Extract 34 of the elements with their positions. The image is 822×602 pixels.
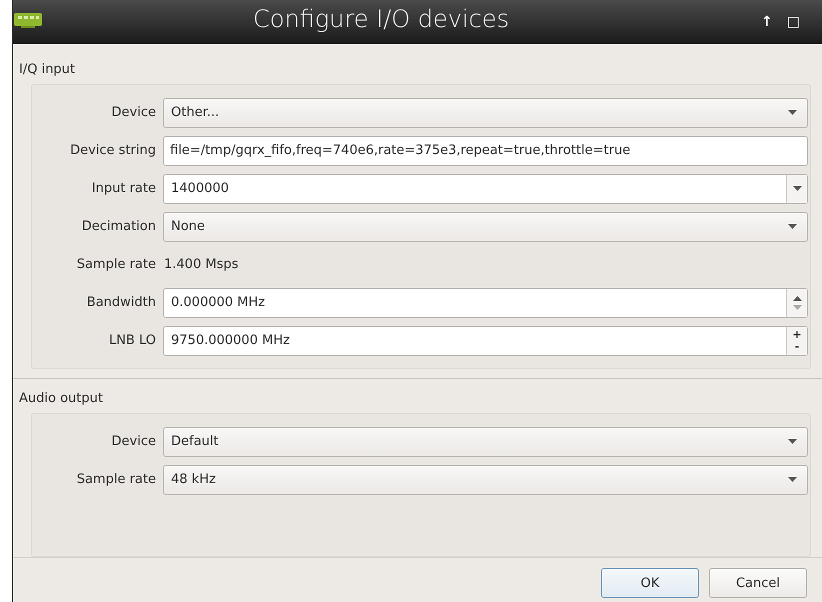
dropdown[interactable]: 48 kHz <box>163 464 808 494</box>
step-button[interactable]: - <box>794 340 800 352</box>
app-icon <box>13 11 43 29</box>
window-control-button[interactable]: □ <box>786 14 800 30</box>
field-label: Device string <box>69 143 157 158</box>
spin-box[interactable]: 0.000000 MHz <box>163 288 808 318</box>
window-title: Configure I/O devices <box>253 5 510 33</box>
dialog-button[interactable]: OK <box>601 568 699 598</box>
up-arrow-icon <box>792 296 802 300</box>
dropdown[interactable]: Other... <box>163 98 808 128</box>
spin-box[interactable]: 9750.000000 MHz + - <box>163 326 808 356</box>
field-label: Sample rate <box>76 257 157 272</box>
combo-field[interactable]: 1400000 <box>163 174 808 204</box>
dropdown[interactable]: None <box>163 212 808 242</box>
input-field[interactable]: file=/tmp/gqrx_fifo,freq=740e6,rate=375e3,repeat=true,throttle=true <box>163 136 808 166</box>
dropdown[interactable]: Default <box>163 426 808 456</box>
group-title: I/Q input <box>19 62 76 79</box>
caret-icon <box>792 186 802 191</box>
field-label: LNB LO <box>108 333 157 348</box>
field-label: Device <box>110 105 157 120</box>
caret-icon <box>788 439 797 444</box>
dialog-button[interactable]: Cancel <box>709 568 807 598</box>
step-button[interactable]: + <box>792 328 802 340</box>
caret-icon <box>788 110 797 115</box>
sample-rate-value: 1.400 Msps <box>163 257 238 272</box>
field-label: Sample rate <box>76 472 157 487</box>
field-label: Bandwidth <box>86 295 157 310</box>
group-title: Audio output <box>19 391 104 408</box>
window-control-button[interactable]: ↑ <box>761 14 773 30</box>
field-label: Input rate <box>90 181 157 196</box>
field-label: Decimation <box>80 219 157 234</box>
field-label: Device <box>110 434 157 449</box>
caret-icon <box>788 477 797 482</box>
caret-icon <box>788 224 797 229</box>
